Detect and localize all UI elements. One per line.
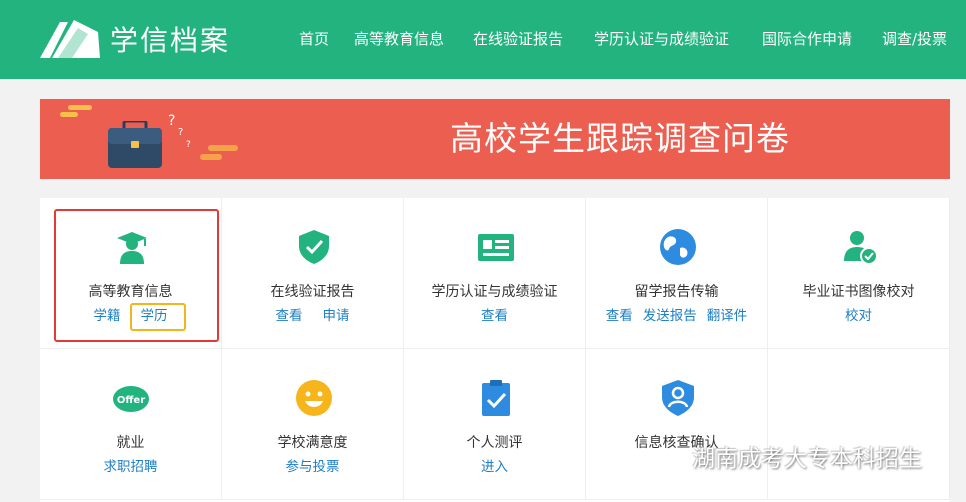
link-translation[interactable]: 翻译件 — [707, 308, 748, 324]
decoration-icon — [60, 105, 92, 117]
question-mark-icon: ? ? ? — [168, 113, 191, 149]
shield-user-icon — [662, 380, 694, 416]
link-view[interactable]: 查看 — [276, 308, 303, 324]
card-title: 就业 — [116, 435, 145, 451]
card-employment[interactable]: Offer 就业 求职招聘 — [40, 349, 222, 500]
globe-icon — [660, 229, 696, 265]
card-title: 学历认证与成绩验证 — [431, 284, 558, 300]
shield-check-icon — [299, 230, 329, 264]
svg-text:?: ? — [178, 127, 183, 138]
card-school-satisfaction[interactable]: 学校满意度 参与投票 — [222, 349, 404, 500]
card-personal-assessment[interactable]: 个人测评 进入 — [404, 349, 586, 500]
card-title: 个人测评 — [466, 435, 523, 451]
nav-higher-education[interactable]: 高等教育信息 — [354, 28, 444, 50]
decoration-icon — [200, 145, 238, 160]
smiley-icon — [296, 380, 332, 416]
link-enter[interactable]: 进入 — [481, 459, 508, 475]
card-title: 学校满意度 — [277, 435, 348, 451]
nav-survey[interactable]: 调查/投票 — [882, 28, 947, 50]
brand-title[interactable]: 学信档案 — [110, 22, 230, 60]
link-vote[interactable]: 参与投票 — [286, 459, 340, 475]
offer-icon: Offer — [113, 386, 149, 412]
wechat-icon — [649, 448, 686, 473]
card-degree-certification[interactable]: 学历认证与成绩验证 查看 — [404, 198, 586, 349]
card-overseas-report[interactable]: 留学报告传输 查看 发送报告 翻译件 — [586, 198, 768, 349]
top-header: 学信档案 首页 高等教育信息 在线验证报告 学历认证与成绩验证 国际合作申请 调… — [0, 0, 966, 79]
svg-text:Offer: Offer — [117, 395, 145, 406]
certificate-card-icon — [478, 234, 514, 261]
link-job-search[interactable]: 求职招聘 — [104, 459, 158, 475]
nav-online-verification[interactable]: 在线验证报告 — [473, 28, 563, 50]
briefcase-icon — [108, 121, 162, 168]
empty-cell — [768, 349, 950, 500]
nav-degree-certification[interactable]: 学历认证与成绩验证 — [594, 28, 729, 50]
watermark-text: 湖南成考大专本科招生 — [692, 446, 922, 472]
link-view[interactable]: 查看 — [481, 308, 508, 324]
card-title: 毕业证书图像校对 — [802, 284, 915, 300]
svg-text:?: ? — [186, 140, 191, 149]
banner-title: 高校学生跟踪调查问卷 — [450, 119, 790, 158]
highlight-box-yellow — [130, 303, 186, 331]
nav-home[interactable]: 首页 — [299, 28, 329, 50]
link-apply[interactable]: 申请 — [323, 308, 350, 324]
survey-banner[interactable]: ? ? ? 高校学生跟踪调查问卷 — [40, 99, 950, 179]
clipboard-check-icon — [482, 380, 510, 416]
card-title: 留学报告传输 — [634, 284, 719, 300]
link-send-report[interactable]: 发送报告 — [643, 308, 697, 324]
card-info-verification[interactable]: 信息核查确认 — [586, 349, 768, 500]
card-certificate-image[interactable]: 毕业证书图像校对 校对 — [768, 198, 950, 349]
nav-international[interactable]: 国际合作申请 — [762, 28, 852, 50]
card-online-verification[interactable]: 在线验证报告 查看 申请 — [222, 198, 404, 349]
user-check-icon — [844, 231, 878, 265]
card-title: 在线验证报告 — [270, 284, 355, 300]
link-proofread[interactable]: 校对 — [845, 308, 872, 324]
link-view[interactable]: 查看 — [606, 308, 633, 324]
svg-text:?: ? — [168, 113, 175, 129]
logo-icon — [40, 20, 100, 58]
